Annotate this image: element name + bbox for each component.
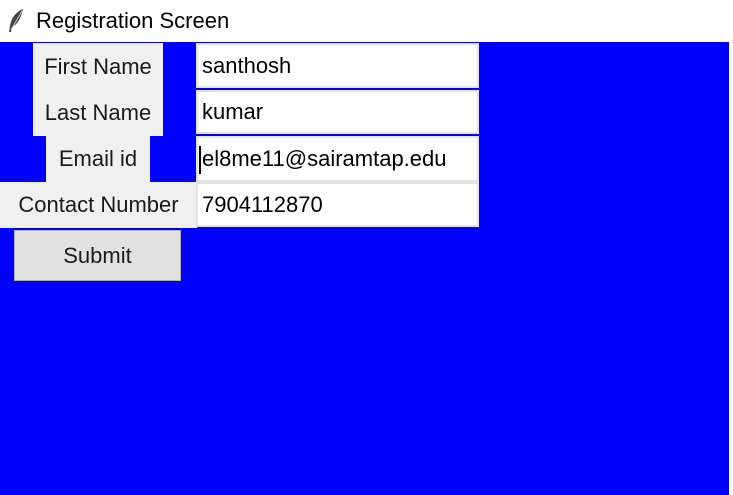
email-label: Email id <box>46 136 150 182</box>
submit-button[interactable]: Submit <box>14 230 181 281</box>
text-cursor <box>199 146 201 174</box>
window-title: Registration Screen <box>36 8 230 33</box>
first-name-input[interactable] <box>196 43 479 88</box>
first-name-label: First Name <box>33 43 163 90</box>
last-name-input[interactable] <box>196 90 479 134</box>
contact-number-input[interactable] <box>196 182 479 227</box>
feather-icon <box>9 9 23 32</box>
email-input[interactable] <box>196 136 479 182</box>
last-name-label: Last Name <box>33 90 163 136</box>
title-bar: Registration Screen <box>0 0 733 42</box>
contact-number-label: Contact Number <box>0 182 197 228</box>
window-edge <box>729 0 733 495</box>
registration-window: Registration Screen First Name Last Name… <box>0 0 733 495</box>
